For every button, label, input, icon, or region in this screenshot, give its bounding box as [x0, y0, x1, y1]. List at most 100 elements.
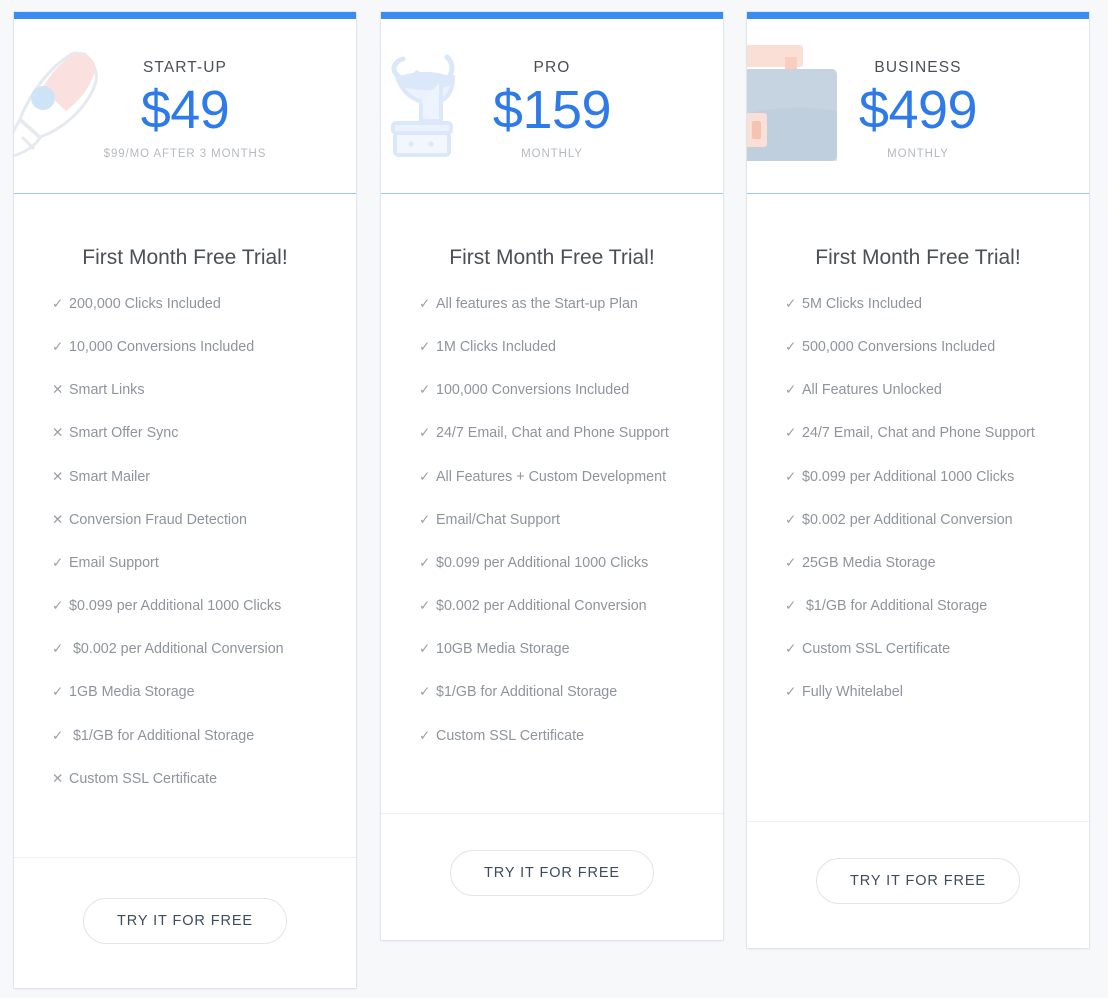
feature-label: $0.002 per Additional Conversion	[436, 598, 647, 615]
feature-label: All features as the Start-up Plan	[436, 296, 638, 312]
feature-label: 10,000 Conversions Included	[69, 339, 255, 356]
check-icon: ✓	[419, 425, 431, 441]
check-icon: ✓	[52, 339, 64, 355]
feature-label: Conversion Fraud Detection	[69, 511, 248, 528]
plan-price: $159	[492, 80, 612, 141]
feature-item: ✓ 25GB Media Storage	[785, 555, 1089, 572]
feature-item: ✓ $1/GB for Additional Storage	[52, 728, 356, 745]
plan-name: BUSINESS	[874, 59, 962, 76]
feature-label: 200,000 Clicks Included	[69, 296, 221, 312]
feature-label: Email/Chat Support	[436, 511, 560, 528]
card-header-text: START-UP $49 $99/MO AFTER 3 MONTHS	[14, 19, 356, 160]
trial-title: First Month Free Trial!	[815, 246, 1021, 269]
feature-item: ✓ $0.099 per Additional 1000 Clicks	[52, 598, 356, 615]
plan-period: MONTHLY	[887, 147, 949, 160]
try-it-for-free-button[interactable]: TRY IT FOR FREE	[450, 849, 654, 896]
trial-title: First Month Free Trial!	[449, 246, 655, 269]
feature-item: ✓ 100,000 Conversions Included	[419, 382, 723, 399]
feature-label: 24/7 Email, Chat and Phone Support	[802, 425, 1035, 442]
feature-item: ✓ 10,000 Conversions Included	[52, 339, 356, 356]
feature-label: Custom SSL Certificate	[802, 641, 951, 658]
feature-label: 10GB Media Storage	[436, 641, 570, 658]
feature-label: Smart Mailer	[69, 468, 151, 485]
check-icon: ✓	[52, 641, 64, 657]
check-icon: ✓	[52, 727, 64, 743]
card-header: START-UP $49 $99/MO AFTER 3 MONTHS	[14, 19, 356, 194]
feature-label: 1M Clicks Included	[436, 339, 556, 356]
check-icon: ✓	[419, 511, 431, 527]
cross-icon: ✕	[52, 382, 64, 398]
cross-icon: ✕	[52, 468, 64, 484]
feature-item: ✓ 10GB Media Storage	[419, 641, 723, 658]
feature-item: ✕ Smart Mailer	[52, 469, 356, 486]
feature-label: All Features Unlocked	[802, 382, 942, 399]
feature-item: ✓ $0.002 per Additional Conversion	[785, 512, 1089, 529]
card-accent-bar	[381, 12, 723, 19]
card-header: BUSINESS $499 MONTHLY	[747, 19, 1089, 194]
feature-label: 5M Clicks Included	[802, 296, 922, 312]
feature-item: ✓ All Features Unlocked	[785, 382, 1089, 399]
feature-item: ✓ All features as the Start-up Plan	[419, 296, 723, 313]
feature-item: ✓ 24/7 Email, Chat and Phone Support	[419, 425, 723, 442]
feature-item: ✓ Custom SSL Certificate	[419, 728, 723, 745]
feature-item: ✕ Conversion Fraud Detection	[52, 512, 356, 529]
feature-label: Custom SSL Certificate	[436, 727, 585, 744]
check-icon: ✓	[785, 296, 797, 311]
check-icon: ✓	[785, 641, 797, 657]
check-icon: ✓	[785, 425, 797, 441]
feature-item: ✓ $0.002 per Additional Conversion	[52, 641, 356, 658]
check-icon: ✓	[785, 339, 797, 355]
check-icon: ✓	[52, 554, 64, 570]
feature-label: Smart Offer Sync	[69, 425, 179, 442]
plan-price: $499	[858, 80, 978, 141]
pricing-table: START-UP $49 $99/MO AFTER 3 MONTHS First…	[0, 0, 1108, 998]
feature-label: 500,000 Conversions Included	[802, 339, 996, 356]
check-icon: ✓	[785, 382, 797, 398]
cross-icon: ✕	[52, 770, 64, 786]
check-icon: ✓	[419, 598, 431, 614]
try-it-for-free-button[interactable]: TRY IT FOR FREE	[83, 897, 287, 944]
check-icon: ✓	[419, 382, 431, 398]
feature-list: ✓ 200,000 Clicks Included ✓ 10,000 Convers…	[14, 278, 356, 857]
feature-label: 25GB Media Storage	[802, 554, 936, 571]
feature-label: Custom SSL Certificate	[69, 770, 218, 787]
check-icon: ✓	[419, 468, 431, 484]
check-icon: ✓	[785, 554, 797, 570]
feature-label: $0.002 per Additional Conversion	[69, 641, 284, 658]
feature-item: ✓ 200,000 Clicks Included	[52, 296, 356, 313]
try-it-for-free-button[interactable]: TRY IT FOR FREE	[816, 857, 1020, 904]
feature-label: Smart Links	[69, 382, 145, 399]
check-icon: ✓	[419, 296, 431, 311]
feature-item: ✓ $1/GB for Additional Storage	[419, 684, 723, 701]
feature-item: ✓ 24/7 Email, Chat and Phone Support	[785, 425, 1089, 442]
card-header: PRO $159 MONTHLY	[381, 19, 723, 194]
feature-label: $1/GB for Additional Storage	[69, 727, 255, 744]
card-footer: TRY IT FOR FREE	[381, 812, 723, 941]
plan-period: MONTHLY	[521, 147, 583, 160]
feature-item: ✓ $0.002 per Additional Conversion	[419, 598, 723, 615]
feature-label: $1/GB for Additional Storage	[802, 598, 988, 615]
card-accent-bar	[747, 12, 1089, 19]
check-icon: ✓	[419, 641, 431, 657]
feature-label: 1GB Media Storage	[69, 684, 195, 701]
feature-item: ✓ Fully Whitelabel	[785, 684, 1089, 701]
plan-period: $99/MO AFTER 3 MONTHS	[103, 147, 267, 160]
feature-item: ✓ $0.099 per Additional 1000 Clicks	[785, 469, 1089, 486]
cross-icon: ✕	[52, 511, 64, 527]
pricing-card-pro[interactable]: PRO $159 MONTHLY First Month Free Trial!…	[381, 12, 723, 940]
check-icon: ✓	[419, 554, 431, 570]
feature-item: ✓ All Features + Custom Development	[419, 469, 723, 486]
pricing-card-startup[interactable]: START-UP $49 $99/MO AFTER 3 MONTHS First…	[14, 12, 356, 988]
feature-label: $0.099 per Additional 1000 Clicks	[802, 468, 1015, 485]
feature-item: ✓ 5M Clicks Included	[785, 296, 1089, 313]
feature-item: ✕ Smart Links	[52, 382, 356, 399]
feature-list: ✓ 5M Clicks Included ✓ 500,000 Conversions…	[747, 278, 1089, 821]
feature-item: ✓ $0.099 per Additional 1000 Clicks	[419, 555, 723, 572]
feature-item: ✓ 500,000 Conversions Included	[785, 339, 1089, 356]
card-header-text: BUSINESS $499 MONTHLY	[747, 19, 1089, 160]
feature-label: $0.099 per Additional 1000 Clicks	[69, 598, 282, 615]
pricing-card-business[interactable]: BUSINESS $499 MONTHLY First Month Free T…	[747, 12, 1089, 948]
check-icon: ✓	[785, 511, 797, 527]
feature-label: $0.099 per Additional 1000 Clicks	[436, 554, 649, 571]
feature-list: ✓ All features as the Start-up Plan ✓ 1M C…	[381, 278, 723, 813]
